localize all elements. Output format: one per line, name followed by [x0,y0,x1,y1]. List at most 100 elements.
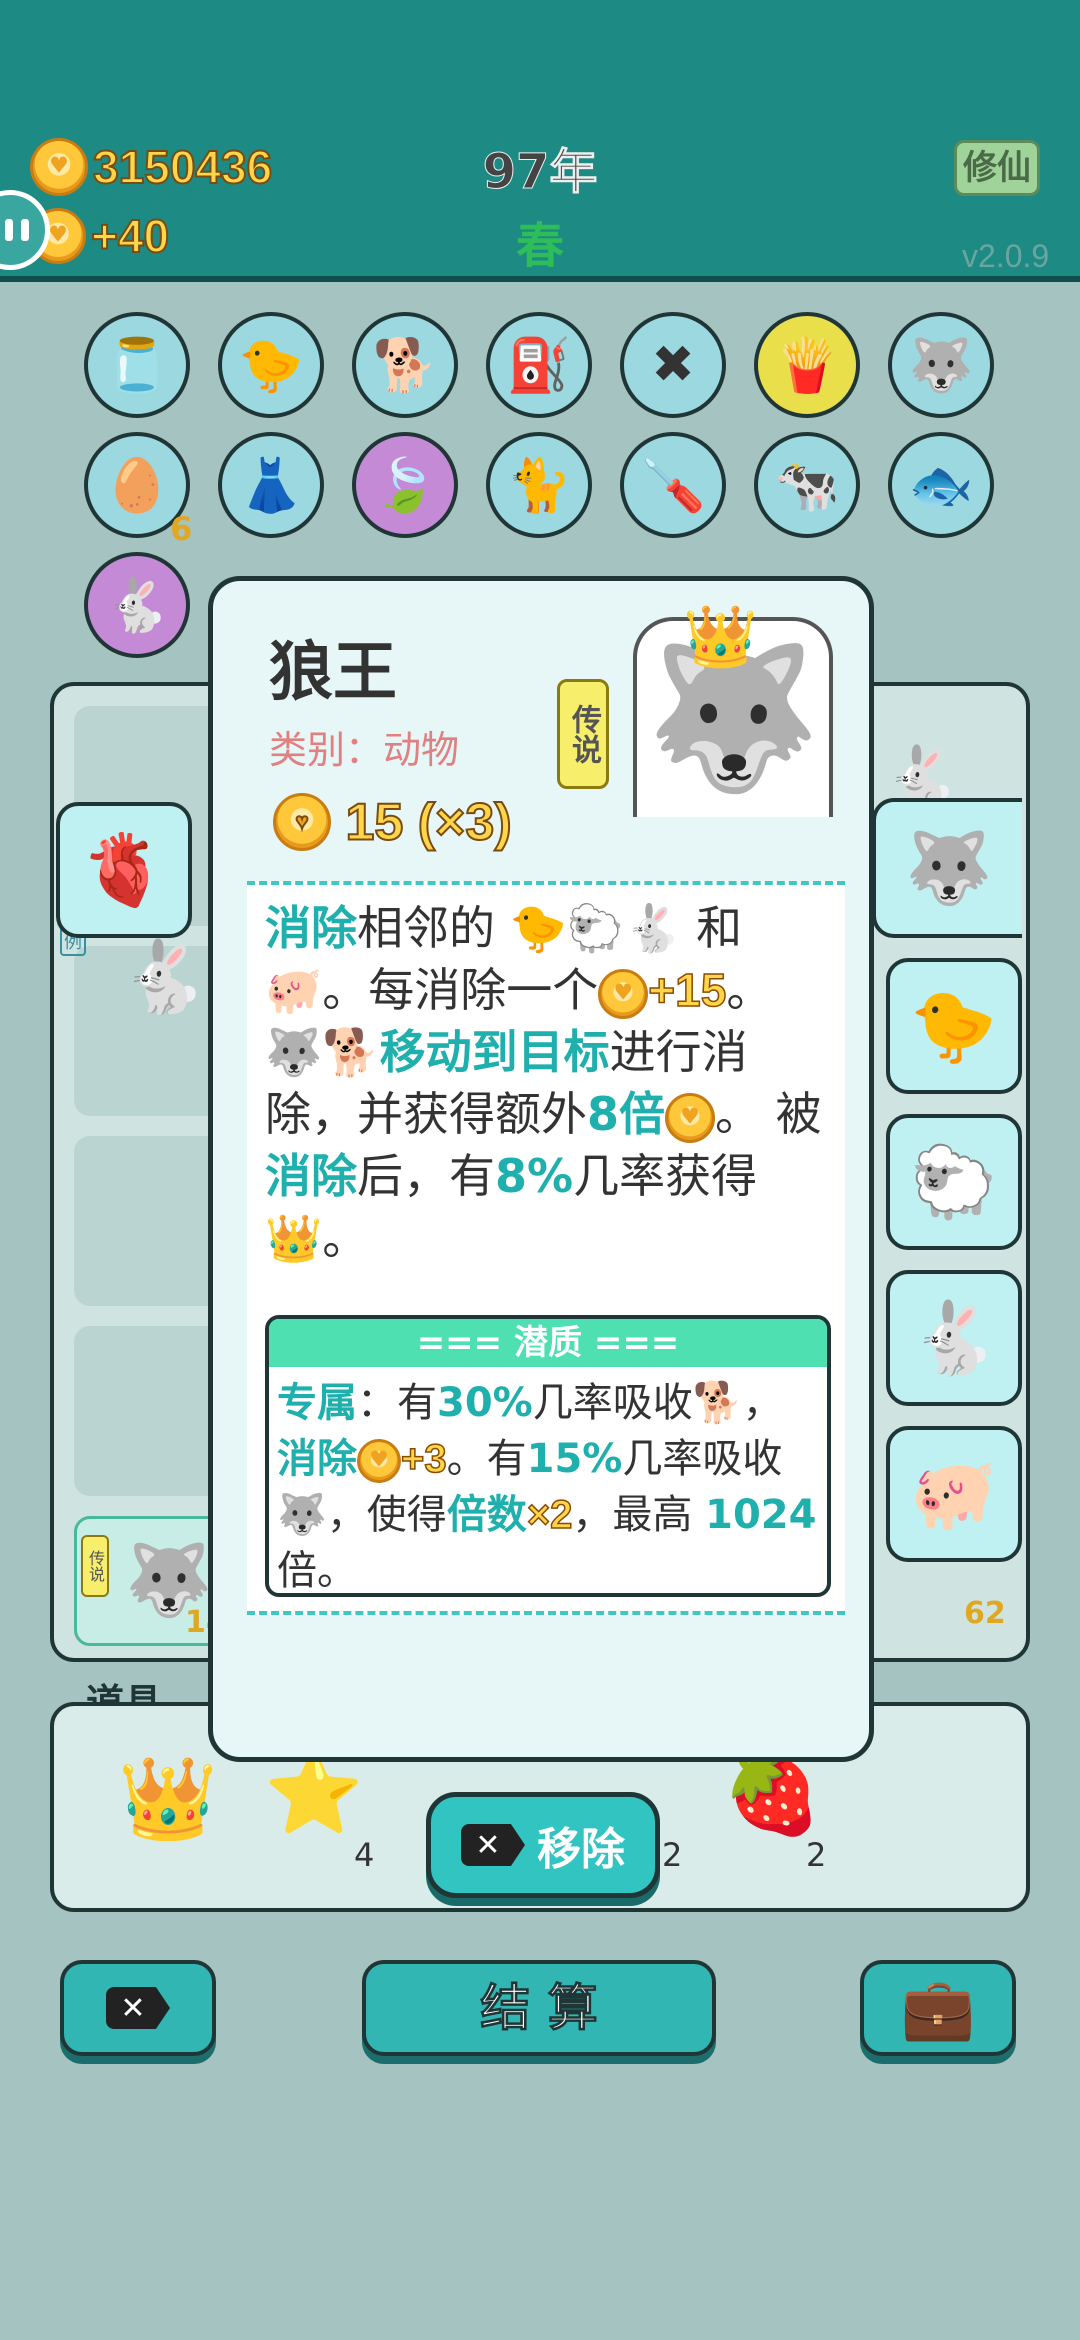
pig-icon: 🐖 [265,963,323,1017]
trait-part: ，最高 [572,1492,693,1538]
keyword: 消除 [277,1436,357,1482]
trait-box: === 潜质 === 专属：有30%几率吸收🐕， 消除+3。有15%几率吸收🐺，… [265,1315,831,1597]
slot-cows[interactable]: 🐄 [754,432,860,538]
keyword: 移动到目标 [379,1025,610,1079]
rabbit-icon: 🐇 [910,1296,998,1379]
crown-icon: 👑 [265,1211,323,1265]
item-count: 4 [354,1836,375,1874]
desc-text: 相邻的 [357,901,495,955]
coin-icon [273,793,331,852]
trait-part: 倍。 [277,1548,357,1594]
crown-icon: 👑 [683,602,758,672]
discard-button[interactable]: ✕ [60,1960,216,2056]
target-wolf-card[interactable]: 🐺 [872,798,1022,938]
adjacent-pig-card[interactable]: 🐖 [886,1426,1022,1562]
adjacent-rabbit-card[interactable]: 🐇 [886,1270,1022,1406]
cat-icon: 🐈 [506,455,572,516]
remove-icon: ✕ [461,1824,525,1866]
leaf-icon: 🍃 [372,455,438,516]
adjacent-sheep-card[interactable]: 🐑 [886,1114,1022,1250]
slot-skirt[interactable]: 👗 [218,432,324,538]
desc-text: 后，有 [357,1149,495,1203]
item-count: 2 [662,1836,683,1874]
keyword: 15% [526,1436,623,1482]
skirt-icon: 👗 [238,455,304,516]
item-count: 2 [806,1836,827,1874]
desc-text: 。 [715,1087,762,1141]
slot-fishbowl[interactable]: 🐟 [888,432,994,538]
egg-tray-icon: 🥚 [104,455,170,516]
remove-button[interactable]: ✕ 移除 [426,1792,660,1898]
coin-icon [357,1439,401,1483]
keyword: 消除 [265,1149,357,1203]
keyword: 8% [495,1149,574,1203]
slot-chick-egg[interactable]: 🐤 [218,312,324,418]
slot-rabbit[interactable]: 🐇 [84,552,190,658]
coin-income: +40 [30,208,170,264]
coin-income-value: +40 [90,209,170,263]
keyword: 专属 [277,1380,357,1426]
slot-screwdriver[interactable]: 🪛 [620,432,726,538]
season-label: 春 [515,218,564,274]
sheep-icon: 🐑 [566,901,625,955]
slot-cat[interactable]: 🐈 [486,432,592,538]
cow-icon: 🐄 [774,455,840,516]
trait-part: ，使得 [326,1492,447,1538]
slot-remove[interactable]: ✖ [620,312,726,418]
item-description-box: 消除相邻的 🐤🐑🐇 和 🐖。每消除一个+15。 🐺🐕移动到目标进行消除，并获得额… [247,881,845,1615]
pig-icon: 🐖 [910,1452,998,1535]
desc-text: 。每消除一个 [322,963,599,1017]
liver-icon: 🫀 [80,828,168,911]
slot-husky[interactable]: 🐺 [888,312,994,418]
briefcase-button[interactable]: 💼 [860,1960,1016,2056]
cultivate-button[interactable]: 修仙 [954,140,1040,196]
slot-dog[interactable]: 🐕 [352,312,458,418]
wolf-king-icon: 🐺 [265,1025,323,1079]
item-category: 类别：动物 [269,728,460,772]
slot-leaf[interactable]: 🍃 [352,432,458,538]
adjacent-chick-card[interactable]: 🐤 [886,958,1022,1094]
settle-button[interactable]: 结 算 [362,1960,716,2056]
wolf-king-icon: 🐺 [905,826,993,909]
chick-icon: 🐤 [509,901,567,955]
liver-card[interactable]: 🫀 [56,802,192,938]
item-name: 狼王 [269,636,397,710]
slot-pump[interactable]: ⛽ [486,312,592,418]
rarity-badge: 传说 [81,1535,109,1597]
husky-icon: 🐺 [908,335,974,396]
fries-icon: 🍟 [774,335,840,396]
top-bar: 3150436 +40 97年 春 修仙 v2.0.9 [0,0,1080,282]
trait-part: 。有 [446,1436,527,1482]
slot-jar[interactable]: 🫙 [84,312,190,418]
trait-part: 几率吸收 [532,1380,693,1426]
trait-header: === 潜质 === [269,1319,827,1367]
desc-text: 和 [696,901,743,955]
coin-icon [598,968,649,1019]
husky-icon: 🐕 [322,1025,380,1079]
fishbowl-icon: 🐟 [908,455,974,516]
version-label: v2.0.9 [962,238,1050,274]
multiplier: ×2 [526,1492,573,1538]
desc-text: 几率获得 [573,1149,758,1203]
trait-text: 专属：有30%几率吸收🐕， 消除+3。有15%几率吸收🐺，使得倍数×2，最高 1… [277,1375,827,1599]
coin-bonus: +15 [648,963,728,1017]
trait-part: ：有 [357,1380,437,1426]
cell-count: 62 [964,1596,1006,1631]
wolf-king-icon: 🐺 [277,1492,327,1538]
remove-icon: ✕ [106,1987,170,2029]
coin-total: 3150436 [30,138,273,196]
slot-count: 6 [170,510,193,548]
keyword: 30% [437,1380,533,1426]
keyword: 消除 [265,901,357,955]
coin-icon [30,138,88,196]
item-price: 15 (×3) [273,789,513,852]
coin-total-value: 3150436 [92,140,273,194]
crown-icon[interactable]: 👑 [118,1752,218,1846]
pump-icon: ⛽ [506,335,572,396]
rabbit-icon: 🐇 [104,575,170,636]
slot-fries[interactable]: 🍟 [754,312,860,418]
remove-button-label: 移除 [537,1824,625,1875]
desc-text: 。 [322,1211,369,1265]
rarity-badge: 传说 [557,679,609,789]
keyword: 8倍 [587,1087,666,1141]
